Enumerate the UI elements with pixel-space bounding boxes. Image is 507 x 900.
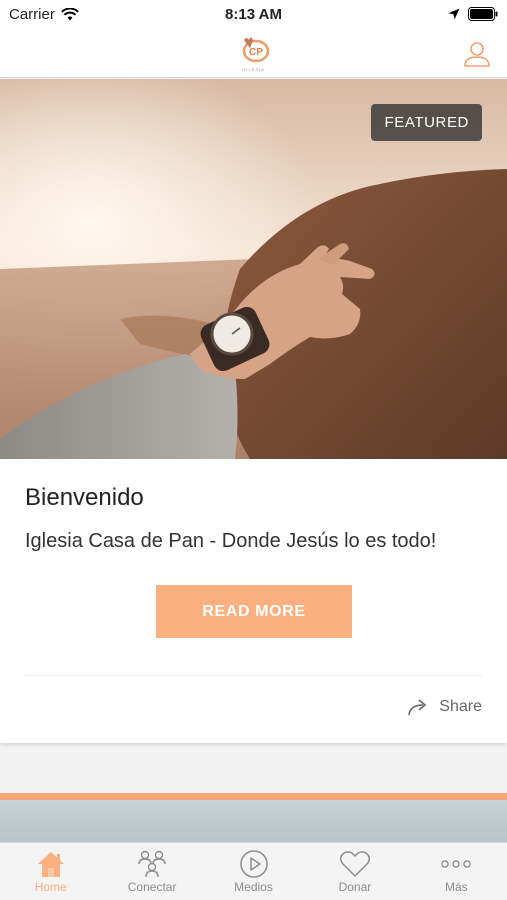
tab-mas[interactable]: Más — [406, 843, 507, 900]
battery-icon — [468, 7, 498, 21]
app-header: CP IGLESIA — [0, 28, 507, 78]
card-subtitle: Iglesia Casa de Pan - Donde Jesús lo es … — [25, 530, 437, 552]
share-label: Share — [439, 698, 482, 715]
wifi-icon — [60, 7, 79, 20]
more-dots-icon — [441, 860, 472, 868]
tab-label: Conectar — [127, 880, 177, 894]
tab-bar: Home Conectar Medios Donar Más — [0, 842, 507, 900]
share-arrow-icon — [408, 699, 427, 716]
share-button[interactable]: Share — [407, 698, 482, 716]
tab-label: Más — [444, 880, 468, 894]
card-title: Bienvenido — [25, 484, 144, 511]
house-icon — [37, 852, 64, 877]
logo-subtext: IGLESIA — [242, 66, 265, 72]
next-card-accent — [0, 793, 507, 800]
status-left: Carrier — [9, 6, 79, 23]
tab-conectar[interactable]: Conectar — [101, 843, 202, 900]
read-more-button[interactable]: READ MORE — [156, 585, 352, 638]
tab-label: Donar — [338, 880, 372, 894]
tab-donar[interactable]: Donar — [304, 843, 405, 900]
tab-medios[interactable]: Medios — [203, 843, 304, 900]
status-right — [448, 7, 498, 21]
logo-text: CP — [249, 47, 263, 58]
next-card-image[interactable] — [0, 800, 507, 842]
people-icon — [138, 850, 166, 878]
tab-home[interactable]: Home — [0, 843, 101, 900]
hero-image[interactable]: FEATURED — [0, 79, 507, 459]
featured-card[interactable]: FEATURED Bienvenido Iglesia Casa de Pan … — [0, 79, 507, 743]
tab-label: Medios — [234, 880, 273, 894]
logo-icon: CP — [242, 37, 269, 62]
carrier-label: Carrier — [9, 5, 55, 23]
tab-label: Home — [34, 880, 67, 894]
profile-button[interactable] — [463, 40, 491, 68]
status-bar: Carrier 8:13 AM — [0, 0, 507, 28]
user-icon — [464, 42, 490, 67]
location-arrow-icon — [448, 8, 460, 20]
church-logo[interactable]: CP IGLESIA — [236, 34, 272, 72]
heart-icon — [339, 851, 370, 877]
play-circle-icon — [239, 850, 268, 878]
featured-badge: FEATURED — [371, 104, 482, 141]
card-divider — [25, 675, 482, 676]
